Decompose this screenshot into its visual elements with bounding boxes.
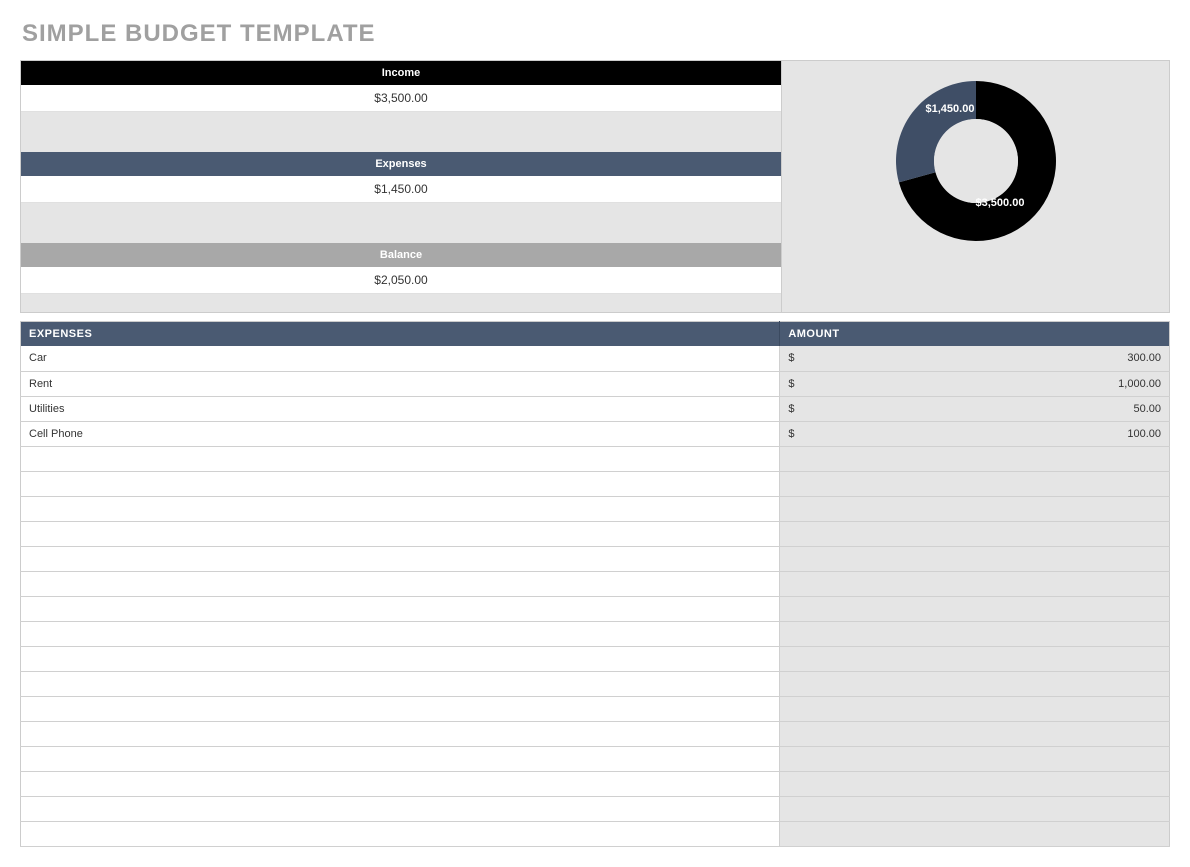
expense-amount-cell[interactable] — [780, 496, 1170, 521]
col-header-amount: AMOUNT — [780, 322, 1170, 347]
amount-value: 100.00 — [1127, 428, 1161, 440]
expense-name-cell[interactable] — [21, 546, 780, 571]
expense-name-cell[interactable]: Utilities — [21, 396, 780, 421]
expense-amount-cell[interactable] — [780, 471, 1170, 496]
table-row — [21, 671, 1170, 696]
table-row: Rent$1,000.00 — [21, 371, 1170, 396]
expense-amount-cell[interactable] — [780, 646, 1170, 671]
summary-panel: Income $3,500.00 Expenses $1,450.00 Bala… — [20, 60, 1170, 313]
donut-chart: $3,500.00 $1,450.00 — [781, 61, 1169, 312]
donut-label-income: $3,500.00 — [976, 197, 1025, 209]
donut-hole — [934, 119, 1018, 203]
table-row — [21, 646, 1170, 671]
table-row — [21, 471, 1170, 496]
currency-symbol: $ — [788, 378, 794, 390]
expense-name-cell[interactable] — [21, 746, 780, 771]
expense-name-cell[interactable] — [21, 771, 780, 796]
table-row — [21, 521, 1170, 546]
expense-amount-cell[interactable]: $1,000.00 — [780, 371, 1170, 396]
table-row — [21, 746, 1170, 771]
expense-name-cell[interactable] — [21, 821, 780, 846]
expense-name-cell[interactable] — [21, 621, 780, 646]
balance-value: $2,050.00 — [21, 267, 781, 294]
table-row — [21, 771, 1170, 796]
table-row: Car$300.00 — [21, 346, 1170, 371]
expenses-header: Expenses — [21, 152, 781, 176]
expense-amount-cell[interactable]: $100.00 — [780, 421, 1170, 446]
income-header: Income — [21, 61, 781, 85]
donut-wrap: $3,500.00 $1,450.00 — [886, 71, 1066, 251]
table-row — [21, 621, 1170, 646]
table-row — [21, 446, 1170, 471]
expense-name-cell[interactable]: Cell Phone — [21, 421, 780, 446]
expense-name-cell[interactable] — [21, 796, 780, 821]
expenses-value: $1,450.00 — [21, 176, 781, 203]
expense-amount-cell[interactable]: $300.00 — [780, 346, 1170, 371]
expense-amount-cell[interactable] — [780, 546, 1170, 571]
expense-amount-cell[interactable] — [780, 621, 1170, 646]
expense-amount-cell[interactable] — [780, 671, 1170, 696]
expense-name-cell[interactable] — [21, 696, 780, 721]
expense-name-cell[interactable] — [21, 446, 780, 471]
expense-name-cell[interactable] — [21, 496, 780, 521]
expense-amount-cell[interactable] — [780, 771, 1170, 796]
expense-amount-cell[interactable] — [780, 721, 1170, 746]
currency-symbol: $ — [788, 352, 794, 364]
table-row: Cell Phone$100.00 — [21, 421, 1170, 446]
expense-name-cell[interactable] — [21, 721, 780, 746]
income-value[interactable]: $3,500.00 — [21, 85, 781, 112]
expense-amount-cell[interactable] — [780, 796, 1170, 821]
amount-value: 300.00 — [1127, 352, 1161, 364]
table-row — [21, 721, 1170, 746]
spacer — [21, 112, 781, 152]
expense-name-cell[interactable] — [21, 521, 780, 546]
table-row — [21, 571, 1170, 596]
currency-symbol: $ — [788, 428, 794, 440]
table-row: Utilities$50.00 — [21, 396, 1170, 421]
table-row — [21, 796, 1170, 821]
table-row — [21, 696, 1170, 721]
expense-amount-cell[interactable]: $50.00 — [780, 396, 1170, 421]
expense-name-cell[interactable] — [21, 671, 780, 696]
expense-name-cell[interactable]: Rent — [21, 371, 780, 396]
expense-amount-cell[interactable] — [780, 596, 1170, 621]
table-row — [21, 596, 1170, 621]
expense-name-cell[interactable] — [21, 646, 780, 671]
expense-name-cell[interactable] — [21, 471, 780, 496]
table-row — [21, 821, 1170, 846]
expense-amount-cell[interactable] — [780, 746, 1170, 771]
amount-value: 1,000.00 — [1118, 378, 1161, 390]
spacer — [21, 203, 781, 243]
spacer — [21, 294, 781, 312]
page-title: SIMPLE BUDGET TEMPLATE — [22, 20, 1170, 48]
donut-svg — [886, 71, 1066, 251]
expense-amount-cell[interactable] — [780, 571, 1170, 596]
table-row — [21, 496, 1170, 521]
expense-amount-cell[interactable] — [780, 521, 1170, 546]
expense-name-cell[interactable]: Car — [21, 346, 780, 371]
expense-amount-cell[interactable] — [780, 821, 1170, 846]
col-header-expenses: EXPENSES — [21, 322, 780, 347]
expense-name-cell[interactable] — [21, 571, 780, 596]
balance-header: Balance — [21, 243, 781, 267]
summary-column: Income $3,500.00 Expenses $1,450.00 Bala… — [21, 61, 781, 312]
expense-amount-cell[interactable] — [780, 696, 1170, 721]
expense-amount-cell[interactable] — [780, 446, 1170, 471]
expense-table: EXPENSES AMOUNT Car$300.00Rent$1,000.00U… — [20, 321, 1170, 847]
table-row — [21, 546, 1170, 571]
currency-symbol: $ — [788, 403, 794, 415]
amount-value: 50.00 — [1133, 403, 1161, 415]
donut-label-expenses: $1,450.00 — [926, 103, 975, 115]
expense-name-cell[interactable] — [21, 596, 780, 621]
